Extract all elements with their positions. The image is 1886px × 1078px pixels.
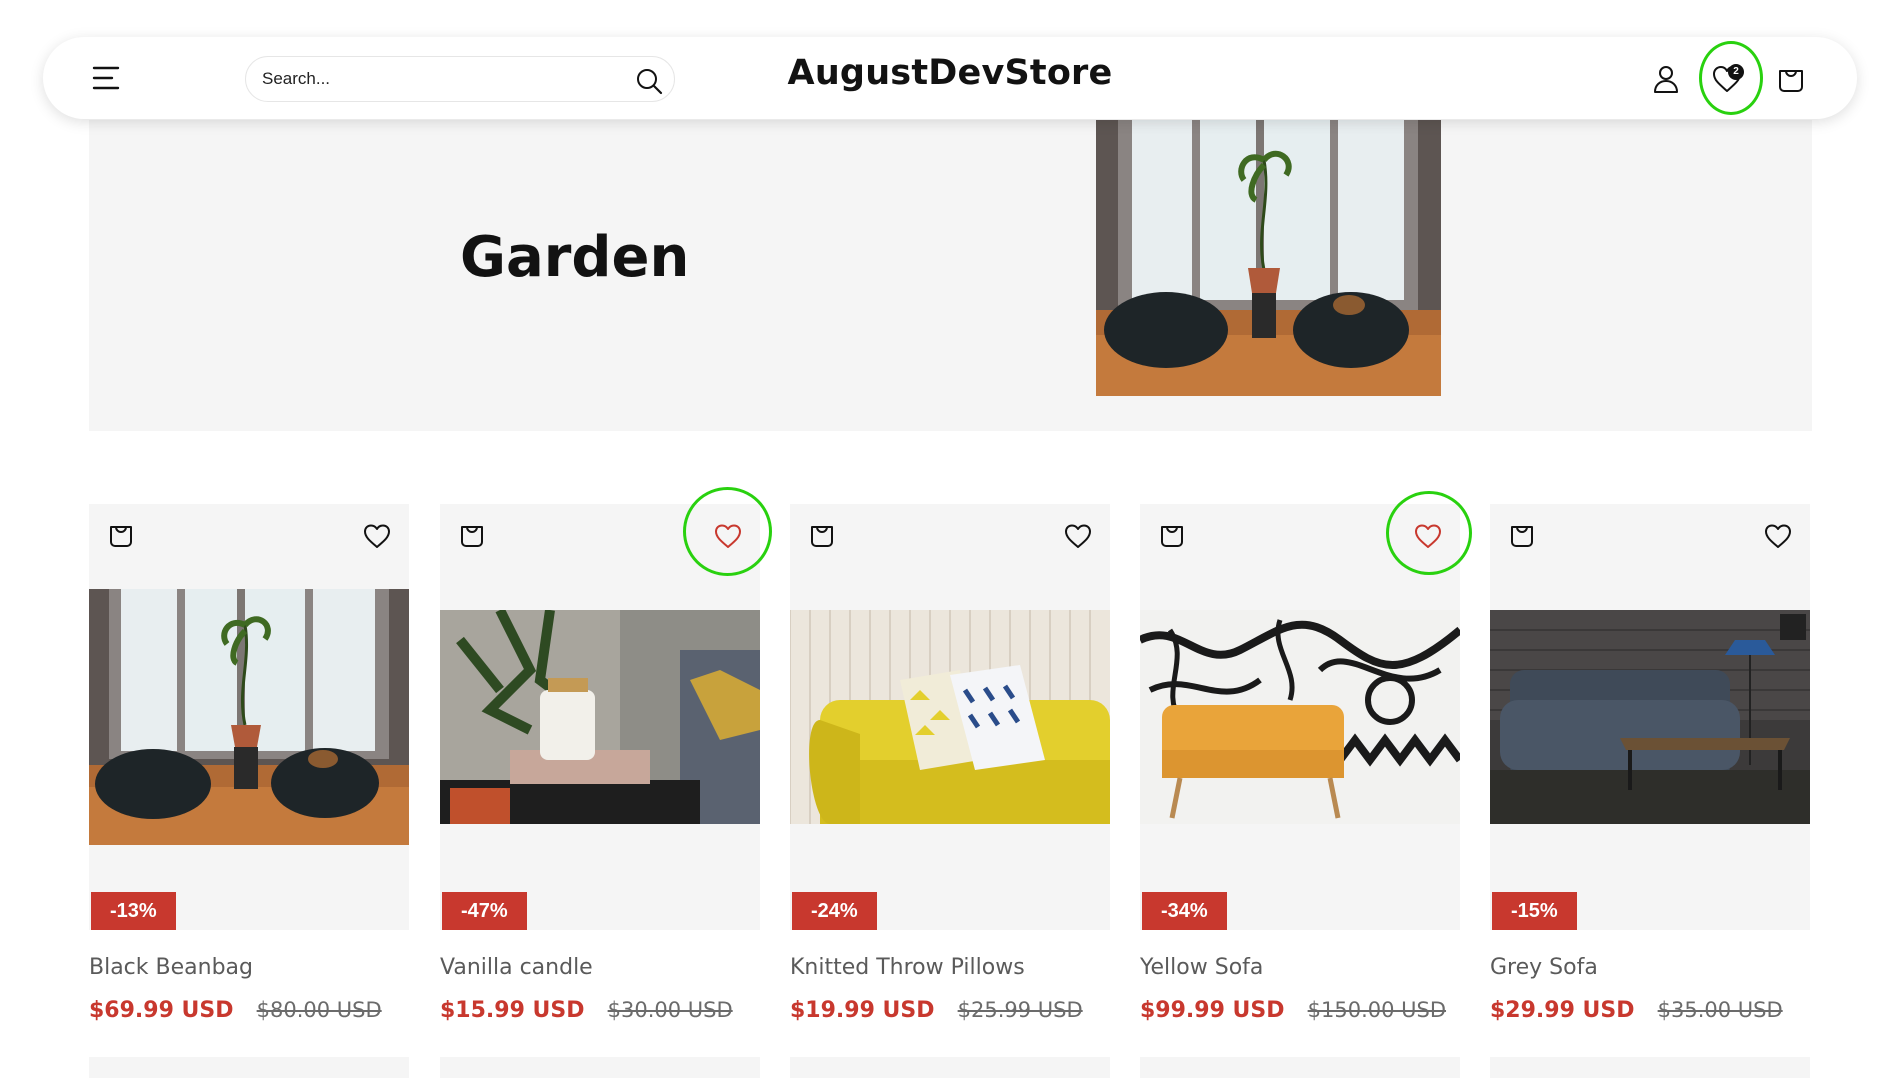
wishlist-heart-icon[interactable] xyxy=(362,521,392,551)
price-row: $19.99 USD $25.99 USD xyxy=(790,998,1110,1023)
compare-price: $30.00 USD xyxy=(607,998,733,1022)
collection-banner: Garden xyxy=(89,120,1812,431)
account-icon[interactable] xyxy=(1648,61,1684,97)
product-title[interactable]: Yellow Sofa xyxy=(1140,955,1460,980)
product-media: -47% xyxy=(440,504,760,930)
compare-price: $25.99 USD xyxy=(957,998,1083,1022)
product-image[interactable] xyxy=(89,589,409,845)
collection-title: Garden xyxy=(460,225,690,290)
product-card[interactable]: -34% Yellow Sofa $99.99 USD $150.00 USD xyxy=(1140,504,1460,1023)
compare-price: $150.00 USD xyxy=(1307,998,1447,1022)
quick-add-cart-icon[interactable] xyxy=(1507,521,1537,551)
product-media: -13% xyxy=(89,504,409,930)
price-row: $15.99 USD $30.00 USD xyxy=(440,998,760,1023)
site-header: AugustDevStore 2 xyxy=(43,37,1857,119)
product-image[interactable] xyxy=(440,610,760,824)
brand-logo[interactable]: AugustDevStore xyxy=(788,53,1113,93)
wishlist-heart-icon[interactable] xyxy=(1063,521,1093,551)
wishlist-heart-icon-active[interactable] xyxy=(713,521,743,551)
quick-add-cart-icon[interactable] xyxy=(106,521,136,551)
product-card-next-row xyxy=(440,1057,760,1078)
menu-icon[interactable] xyxy=(91,64,121,92)
discount-badge: -47% xyxy=(442,892,527,930)
wishlist-heart-icon-active[interactable] xyxy=(1413,521,1443,551)
quick-add-cart-icon[interactable] xyxy=(1157,521,1187,551)
price-row: $99.99 USD $150.00 USD xyxy=(1140,998,1460,1023)
search-input[interactable] xyxy=(262,57,602,101)
product-title[interactable]: Black Beanbag xyxy=(89,955,409,980)
product-image[interactable] xyxy=(790,610,1110,824)
discount-badge: -15% xyxy=(1492,892,1577,930)
sale-price: $99.99 USD xyxy=(1140,998,1285,1023)
sale-price: $29.99 USD xyxy=(1490,998,1635,1023)
price-row: $69.99 USD $80.00 USD xyxy=(89,998,409,1023)
sale-price: $19.99 USD xyxy=(790,998,935,1023)
product-image[interactable] xyxy=(1140,610,1460,824)
wishlist-count-badge: 2 xyxy=(1728,64,1744,80)
product-card[interactable]: -15% Grey Sofa $29.99 USD $35.00 USD xyxy=(1490,504,1810,1023)
quick-add-cart-icon[interactable] xyxy=(457,521,487,551)
compare-price: $80.00 USD xyxy=(256,998,382,1022)
product-card[interactable]: -47% Vanilla candle $15.99 USD $30.00 US… xyxy=(440,504,760,1023)
product-card-next-row xyxy=(89,1057,409,1078)
sale-price: $15.99 USD xyxy=(440,998,585,1023)
product-media: -24% xyxy=(790,504,1110,930)
product-card-next-row xyxy=(790,1057,1110,1078)
product-image[interactable] xyxy=(1490,610,1810,824)
quick-add-cart-icon[interactable] xyxy=(807,521,837,551)
search-box xyxy=(245,56,675,102)
wishlist-icon[interactable]: 2 xyxy=(1709,61,1745,97)
product-media: -15% xyxy=(1490,504,1810,930)
discount-badge: -34% xyxy=(1142,892,1227,930)
discount-badge: -13% xyxy=(91,892,176,930)
product-card[interactable]: -24% Knitted Throw Pillows $19.99 USD $2… xyxy=(790,504,1110,1023)
product-title[interactable]: Vanilla candle xyxy=(440,955,760,980)
product-card-next-row xyxy=(1490,1057,1810,1078)
product-media: -34% xyxy=(1140,504,1460,930)
product-title[interactable]: Grey Sofa xyxy=(1490,955,1810,980)
price-row: $29.99 USD $35.00 USD xyxy=(1490,998,1810,1023)
product-title[interactable]: Knitted Throw Pillows xyxy=(790,955,1110,980)
compare-price: $35.00 USD xyxy=(1657,998,1783,1022)
product-card-next-row xyxy=(1140,1057,1460,1078)
wishlist-heart-icon[interactable] xyxy=(1763,521,1793,551)
discount-badge: -24% xyxy=(792,892,877,930)
banner-image xyxy=(1096,120,1441,396)
sale-price: $69.99 USD xyxy=(89,998,234,1023)
product-card[interactable]: -13% Black Beanbag $69.99 USD $80.00 USD xyxy=(89,504,409,1023)
cart-icon[interactable] xyxy=(1773,61,1809,97)
search-icon[interactable] xyxy=(634,66,664,96)
